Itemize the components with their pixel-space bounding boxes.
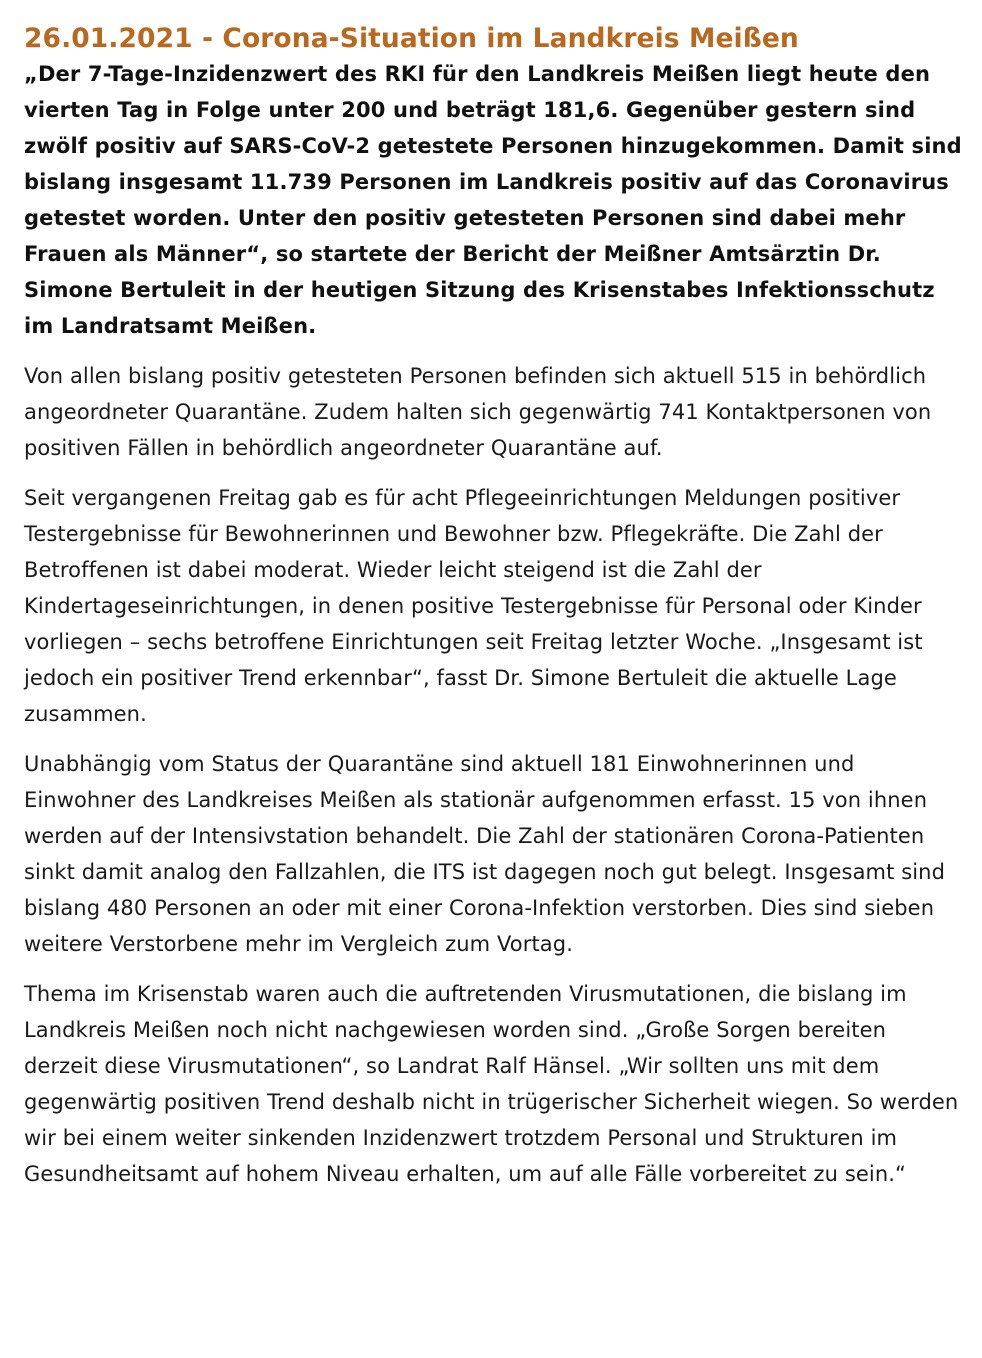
article-paragraph-care-facilities: Seit vergangenen Freitag gab es für acht… — [24, 486, 923, 726]
article-paragraph-hospital: Unabhängig vom Status der Quarantäne sin… — [24, 752, 946, 956]
article-paragraph-quarantine: Von allen bislang positiv getesteten Per… — [24, 364, 932, 460]
article-paragraph-mutations: Thema im Krisenstab waren auch die auftr… — [24, 982, 959, 1186]
article-lead-paragraph: „Der 7-Tage-Inzidenzwert des RKI für den… — [24, 62, 962, 338]
press-release-article: 26.01.2021 - Corona-Situation im Landkre… — [0, 0, 982, 1192]
article-headline: 26.01.2021 - Corona-Situation im Landkre… — [24, 23, 799, 54]
